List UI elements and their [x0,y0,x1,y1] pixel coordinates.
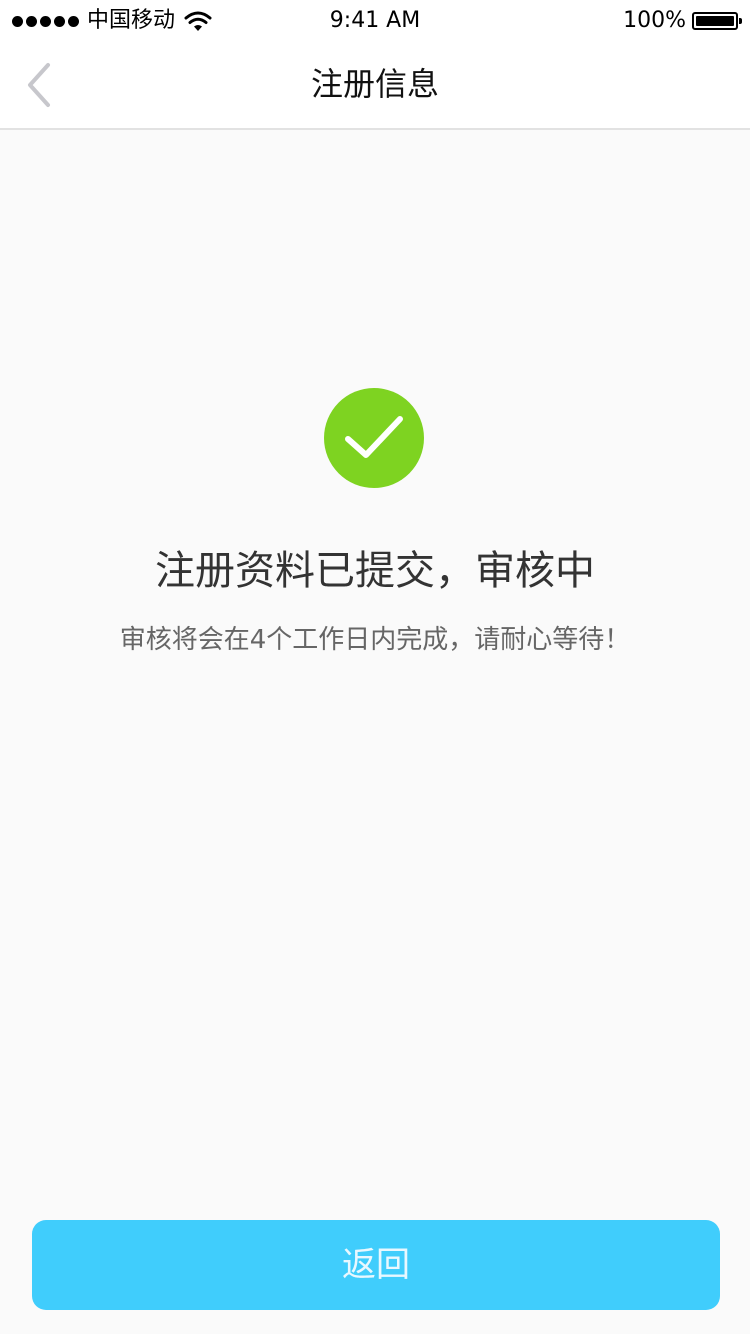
return-button[interactable]: 返回 [32,1220,720,1310]
checkmark-icon [345,416,403,458]
page-title: 注册信息 [310,65,439,103]
battery-icon [692,12,742,30]
status-subtitle: 审核将会在4个工作日内完成，请耐心等待！ [119,625,631,655]
status-title: 注册资料已提交，审核中 [155,548,595,594]
content-area: 注册资料已提交，审核中 审核将会在4个工作日内完成，请耐心等待！ 返回 [0,132,750,1334]
checkmark-circle-icon [324,388,424,488]
battery-percent: 100% [623,8,686,33]
status-bar: 中国移动 9:41 AM 100% [0,0,750,40]
status-right: 100% [623,6,742,36]
navigation-bar: 注册信息 [0,40,750,130]
